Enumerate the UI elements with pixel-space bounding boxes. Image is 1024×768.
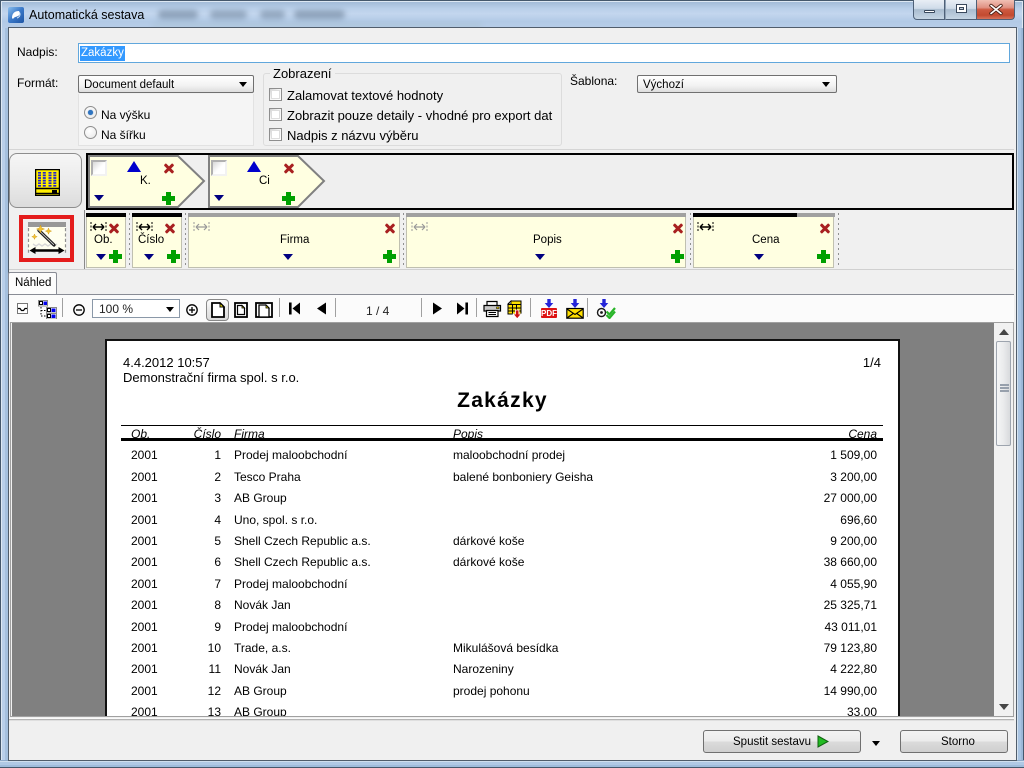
svg-text:PDF: PDF [541, 309, 557, 318]
